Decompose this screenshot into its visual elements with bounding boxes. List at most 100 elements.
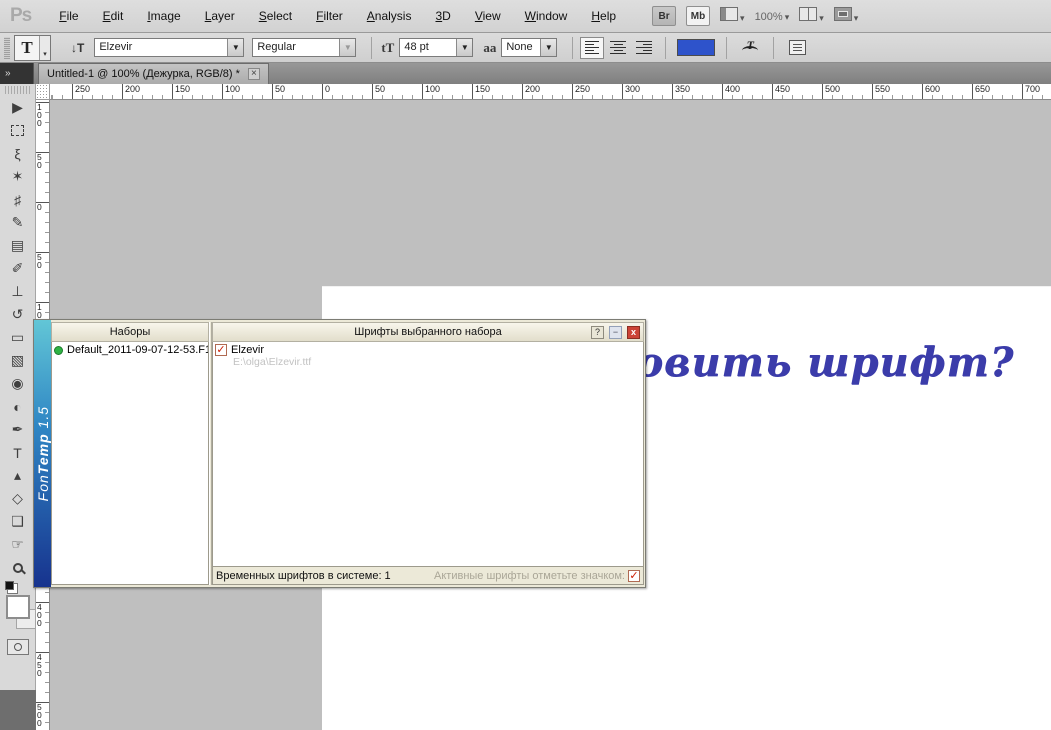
font-style-select[interactable]: Regular ▼ — [252, 38, 356, 57]
menu-analysis[interactable]: Analysis — [355, 4, 424, 28]
foreground-color-swatch[interactable] — [6, 595, 30, 619]
shape-tool[interactable]: ◇ — [3, 487, 33, 510]
font-name: Elzevir — [231, 344, 264, 356]
menu-help[interactable]: Help — [579, 4, 628, 28]
align-right-button[interactable] — [632, 37, 656, 59]
screen-mode-control[interactable]: ▾ — [834, 7, 859, 26]
ruler-label: 700 — [1022, 84, 1040, 100]
ruler-label: 0 — [322, 84, 330, 100]
ruler-label: 550 — [872, 84, 890, 100]
ruler-label: 5 0 — [36, 152, 50, 169]
ruler-label: 5 0 0 — [36, 702, 50, 727]
arrange-documents-control[interactable]: ▾ — [799, 7, 824, 26]
history-brush-tool[interactable]: ↺ — [3, 303, 33, 326]
font-path: E:\olga\Elzevir.ttf — [213, 356, 643, 368]
magic-wand-tool[interactable]: ✶ — [3, 165, 33, 188]
antialias-select[interactable]: None ▼ — [501, 38, 557, 57]
antialias-icon: aa — [483, 40, 496, 56]
fontemp-fonts-panel: Шрифты выбранного набора ? − x ✓ Elzevir… — [212, 322, 644, 585]
lasso-tool[interactable]: ξ — [3, 142, 33, 165]
ruler-label: 350 — [672, 84, 690, 100]
window-buttons: ? − x — [591, 326, 640, 339]
menu-bar: Ps FileEditImageLayerSelectFilterAnalysi… — [0, 0, 1051, 33]
sets-list[interactable]: Default_2011-09-07-12-53.F1 — [51, 342, 209, 585]
font-checkbox[interactable]: ✓ — [215, 344, 227, 356]
workspace-switcher[interactable]: ▾ — [720, 7, 745, 26]
dodge-tool[interactable]: ◐ — [3, 395, 33, 418]
notes-tool[interactable]: ❑ — [3, 510, 33, 533]
text-color-swatch[interactable] — [677, 39, 715, 56]
minibridge-button[interactable]: Mb — [686, 6, 710, 26]
ruler-label: 150 — [472, 84, 490, 100]
close-button[interactable]: x — [627, 326, 640, 339]
fontemp-window: FonTemp 1.5 Наборы Default_2011-09-07-12… — [33, 319, 646, 588]
zoom-level-control[interactable]: 100%▾ — [755, 7, 790, 25]
ruler-origin-box[interactable] — [36, 84, 50, 100]
divider — [726, 37, 727, 59]
warp-text-button[interactable]: T — [740, 38, 760, 58]
move-tool[interactable]: ▶ — [3, 96, 33, 119]
ruler-label: 4 0 0 — [36, 602, 50, 627]
menu-layer[interactable]: Layer — [193, 4, 247, 28]
minimize-button[interactable]: − — [609, 326, 622, 339]
menu-file[interactable]: File — [47, 4, 90, 28]
quick-mask-button[interactable] — [7, 639, 29, 655]
eraser-tool[interactable]: ▭ — [3, 326, 33, 349]
bridge-button[interactable]: Br — [652, 6, 676, 26]
ruler-label: 200 — [122, 84, 140, 100]
menu-image[interactable]: Image — [135, 4, 192, 28]
font-family-select[interactable]: Elzevir ▼ — [94, 38, 244, 57]
chevron-down-icon: ▾ — [819, 13, 824, 23]
type-tool[interactable]: T — [3, 441, 33, 464]
blur-tool[interactable]: ◉ — [3, 372, 33, 395]
text-orientation-button[interactable]: ↓T — [71, 41, 84, 55]
gradient-tool[interactable]: ▧ — [3, 349, 33, 372]
divider — [773, 37, 774, 59]
fonts-list[interactable]: ✓ Elzevir E:\olga\Elzevir.ttf — [212, 342, 644, 567]
panel-collapse-button[interactable]: » — [0, 63, 34, 84]
zoom-tool[interactable] — [3, 556, 33, 579]
horizontal-ruler[interactable]: 2502001501005005010015020025030035040045… — [50, 84, 1051, 100]
rectangular-marquee-tool[interactable] — [3, 119, 33, 142]
menu-select[interactable]: Select — [247, 4, 304, 28]
temp-fonts-count-label: Временных шрифтов в системе: 1 — [216, 570, 391, 582]
default-colors-icon[interactable] — [5, 581, 14, 590]
menu-edit[interactable]: Edit — [91, 4, 136, 28]
ruler-label: 150 — [172, 84, 190, 100]
chevron-down-icon: ▼ — [227, 39, 243, 56]
healing-brush-tool[interactable]: ▤ — [3, 234, 33, 257]
tools-panel: ▶ ξ✶♯✎▤✐⊥↺▭▧◉◐✒T▴◇❑☞ — [0, 84, 36, 690]
align-center-button[interactable] — [606, 37, 630, 59]
list-item[interactable]: Default_2011-09-07-12-53.F1 — [52, 342, 208, 356]
fontemp-sets-panel: Наборы Default_2011-09-07-12-53.F1 — [51, 322, 209, 585]
set-label: Default_2011-09-07-12-53.F1 — [67, 344, 209, 356]
menu-view[interactable]: View — [463, 4, 513, 28]
toggle-character-panel-button[interactable] — [789, 40, 806, 55]
menu-filter[interactable]: Filter — [304, 4, 355, 28]
arrange-documents-icon — [799, 7, 817, 21]
menu-items: FileEditImageLayerSelectFilterAnalysis3D… — [47, 4, 628, 28]
align-left-button[interactable] — [580, 37, 604, 59]
crop-tool[interactable]: ♯ — [3, 188, 33, 211]
eyedropper-tool[interactable]: ✎ — [3, 211, 33, 234]
antialias-value: None — [502, 39, 540, 56]
tools-panel-grip[interactable] — [3, 86, 32, 94]
list-item[interactable]: ✓ Elzevir — [213, 342, 643, 356]
ruler-label: 4 5 0 — [36, 652, 50, 677]
document-tab[interactable]: Untitled-1 @ 100% (Дежурка, RGB/8) * × — [38, 63, 269, 84]
menu-window[interactable]: Window — [513, 4, 580, 28]
hand-tool[interactable]: ☞ — [3, 533, 33, 556]
workspace: ▶ξ✶♯✎▤✐⊥↺▭▧◉◐✒T▴◇❑☞ 25020015010050050100… — [0, 84, 1051, 730]
help-button[interactable]: ? — [591, 326, 604, 339]
document-tab-bar: » Untitled-1 @ 100% (Дежурка, RGB/8) * × — [0, 63, 1051, 84]
close-icon[interactable]: × — [248, 68, 260, 80]
menu-3d[interactable]: 3D — [423, 4, 462, 28]
clone-stamp-tool[interactable]: ⊥ — [3, 280, 33, 303]
path-selection-tool[interactable]: ▴ — [3, 464, 33, 487]
tools-panel-spacer — [0, 690, 36, 730]
brush-tool[interactable]: ✐ — [3, 257, 33, 280]
font-size-select[interactable]: 48 pt ▼ — [399, 38, 473, 57]
pen-tool[interactable]: ✒ — [3, 418, 33, 441]
tool-preset-picker[interactable]: T ▾ — [14, 35, 51, 61]
workspace-icon — [720, 7, 738, 21]
